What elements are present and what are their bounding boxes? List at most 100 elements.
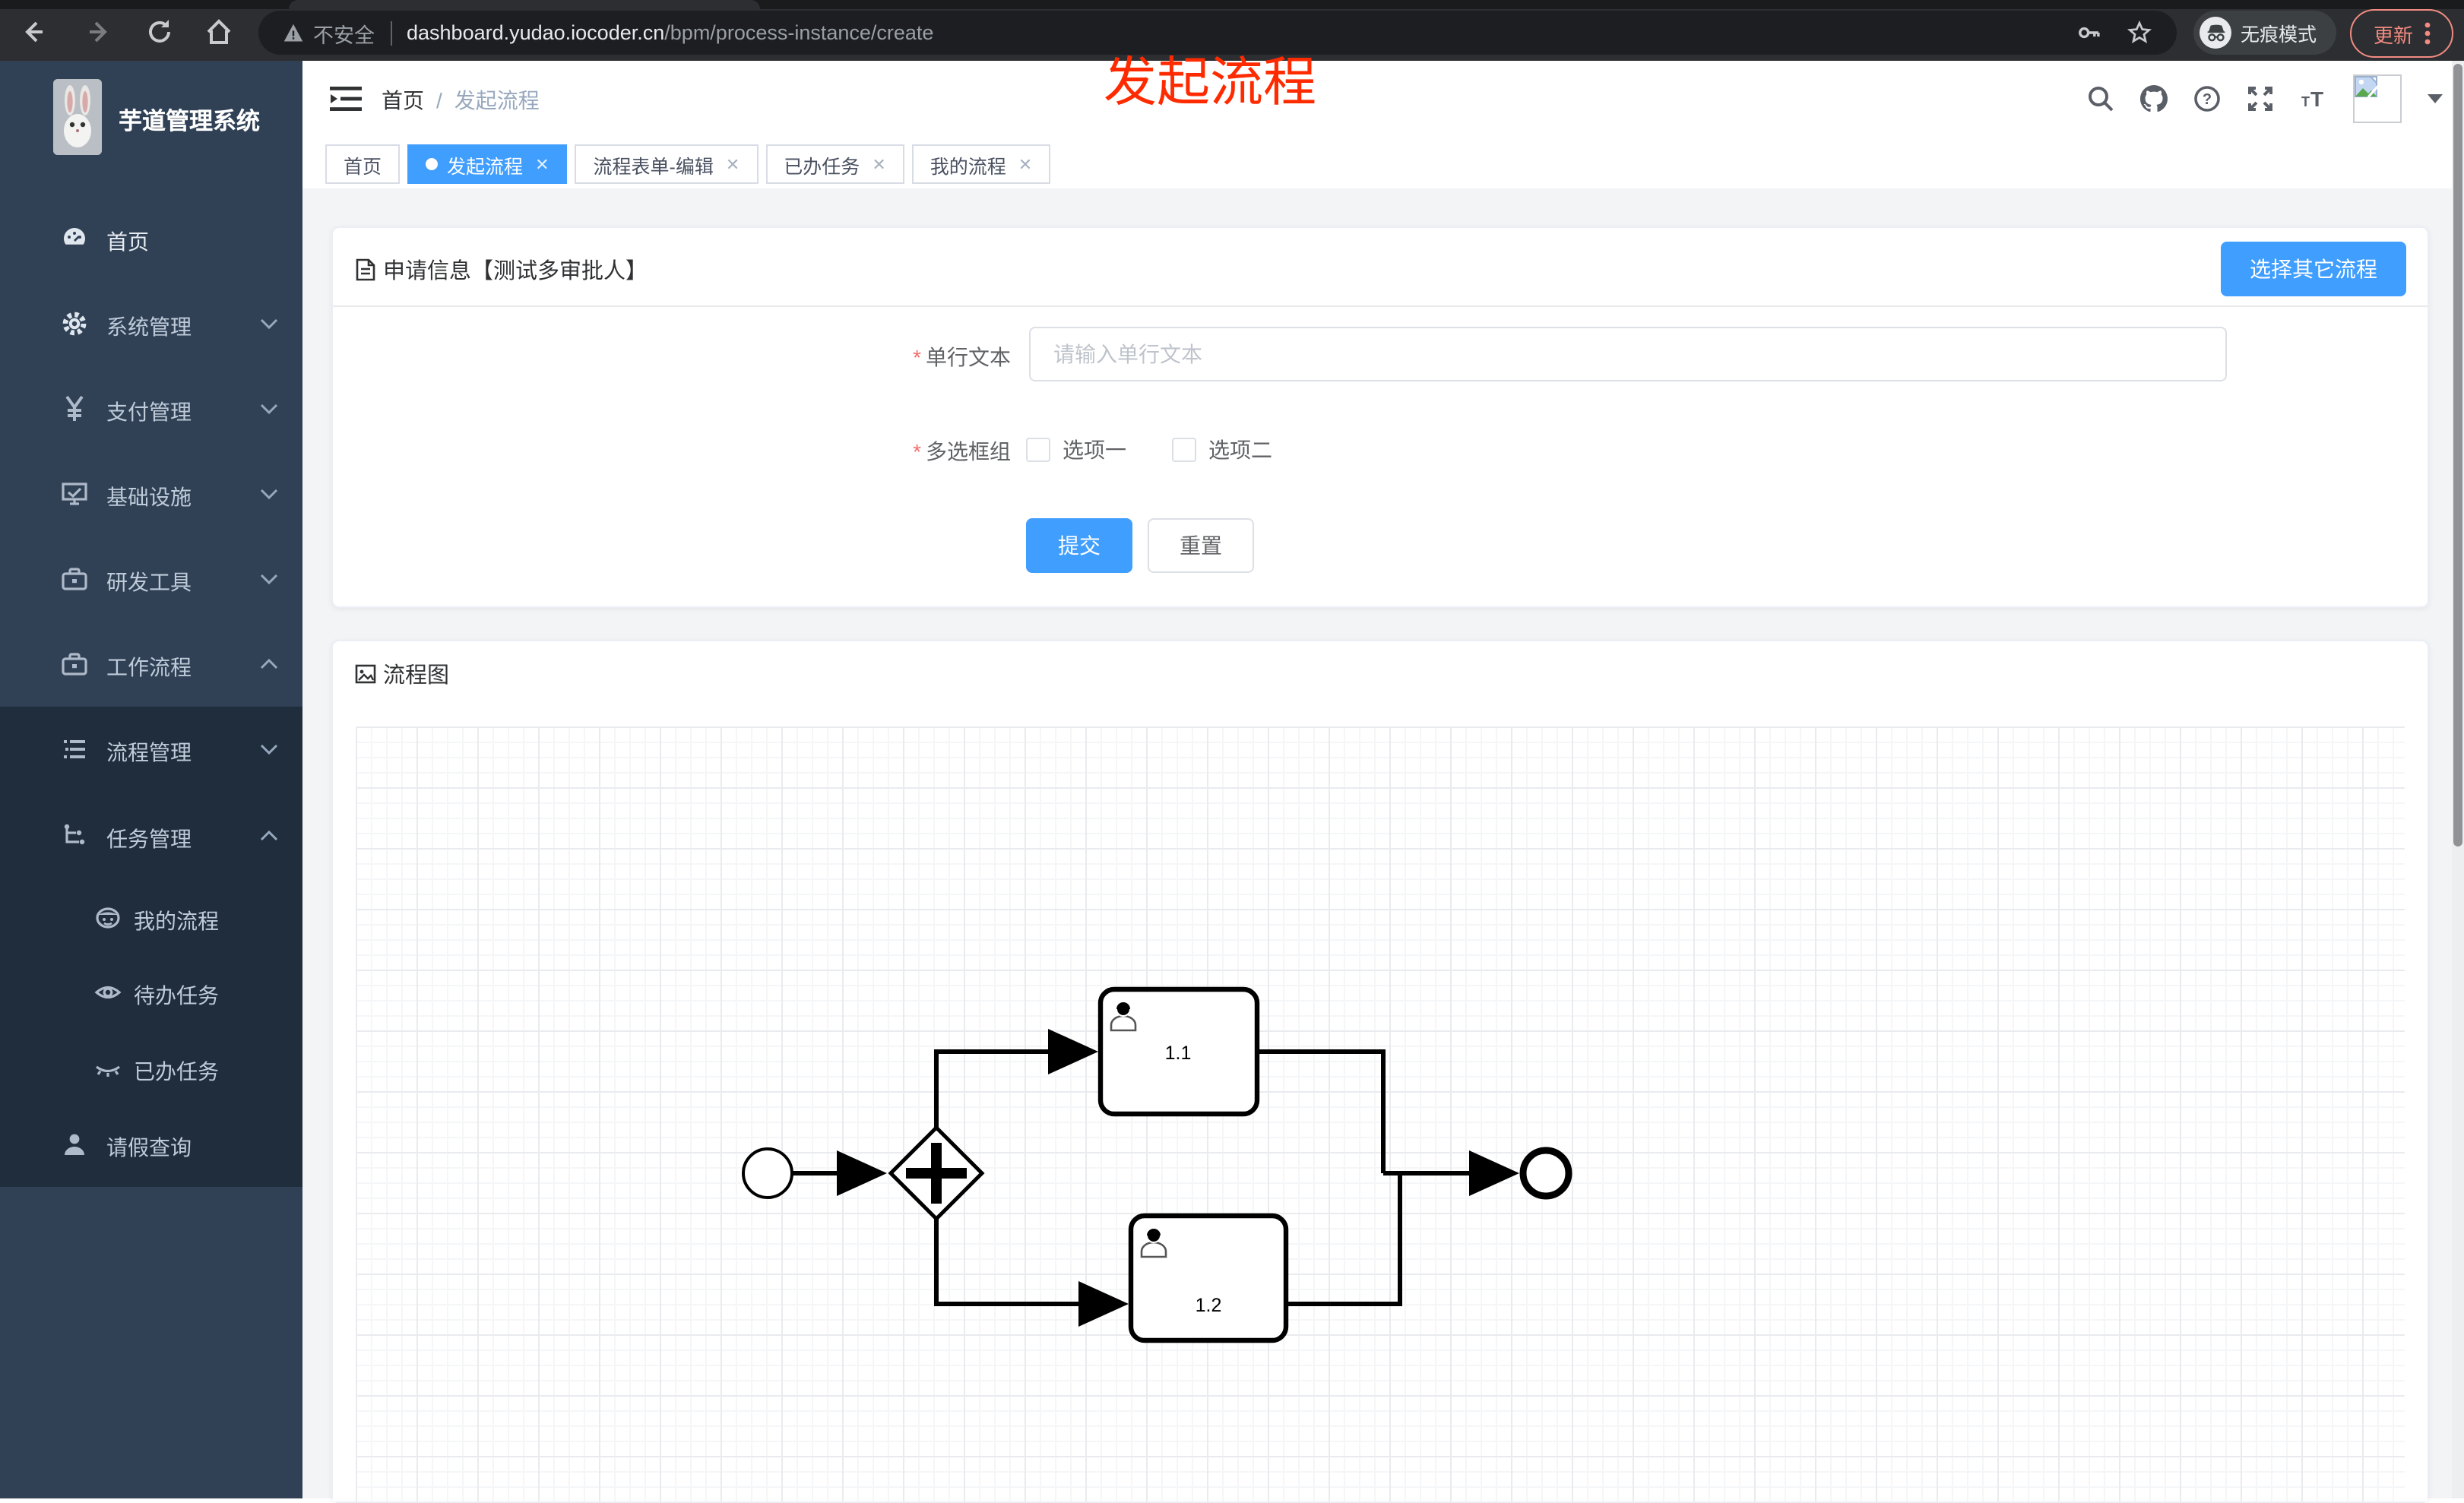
start-event[interactable] — [742, 1147, 793, 1199]
tab-done-tasks[interactable]: 已办任务 ✕ — [765, 144, 904, 184]
sidebar-item-label: 支付管理 — [106, 400, 192, 424]
end-event[interactable] — [1519, 1147, 1572, 1200]
fullscreen-icon[interactable] — [2247, 85, 2274, 112]
home-icon[interactable] — [204, 17, 234, 47]
sidebar-item-leave-query[interactable]: 请假查询 — [0, 1102, 302, 1187]
user-task-1-1[interactable]: 1.1 — [1097, 986, 1260, 1117]
sidebar-item-payment[interactable]: 支付管理 — [0, 366, 302, 451]
chevron-down-icon — [260, 489, 278, 500]
close-icon[interactable]: ✕ — [1018, 154, 1032, 174]
sidebar-item-process-management[interactable]: 流程管理 — [0, 707, 302, 792]
user-icon — [65, 1134, 84, 1155]
sidebar-item-label: 已办任务 — [134, 1059, 219, 1084]
edge-gateway-to-task2 — [934, 1219, 1129, 1327]
checkbox-icon[interactable] — [1172, 438, 1196, 462]
edge-gateway-to-task1 — [934, 1029, 1098, 1128]
checkbox-icon[interactable] — [1026, 438, 1050, 462]
user-task-1-2[interactable]: 1.2 — [1128, 1213, 1289, 1343]
sidebar-item-label: 系统管理 — [106, 315, 192, 339]
sidebar-collapse-icon[interactable] — [330, 84, 362, 114]
font-size-icon[interactable]: TT — [2300, 85, 2327, 112]
logo-row[interactable]: 芋道管理系统 — [0, 79, 302, 179]
sidebar-item-task-management[interactable]: 任务管理 — [0, 793, 302, 878]
sidebar-item-system[interactable]: 系统管理 — [0, 281, 302, 366]
sidebar-item-label: 请假查询 — [106, 1135, 192, 1160]
text-field-label: * 单行文本 — [913, 345, 1011, 369]
browser-active-tab[interactable] — [289, 0, 760, 9]
bpmn-diagram: 1.1 1.2 — [742, 986, 1572, 1343]
sidebar-item-dev-tools[interactable]: 研发工具 — [0, 536, 302, 622]
sidebar-item-infrastructure[interactable]: 基础设施 — [0, 451, 302, 536]
close-icon[interactable]: ✕ — [535, 154, 549, 174]
sidebar-item-todo-tasks[interactable]: 待办任务 — [0, 950, 302, 1035]
edge-task1-to-join — [1257, 1049, 1386, 1173]
sidebar-item-label: 我的流程 — [134, 909, 219, 933]
task-label: 1.1 — [1165, 1043, 1192, 1064]
reset-button[interactable]: 重置 — [1148, 518, 1254, 573]
tab-home[interactable]: 首页 — [325, 144, 401, 184]
tab-label: 我的流程 — [930, 156, 1006, 177]
bookmark-star-icon[interactable] — [2127, 20, 2152, 46]
close-icon[interactable]: ✕ — [726, 154, 740, 174]
monitor-icon — [62, 483, 87, 505]
card-header: 申请信息【测试多审批人】 选择其它流程 — [333, 228, 2428, 307]
tab-start-process[interactable]: 发起流程 ✕ — [407, 144, 568, 184]
incognito-badge: 无痕模式 — [2193, 11, 2336, 55]
app-header: 首页 / 发起流程 ? TT — [302, 61, 2464, 137]
update-button[interactable]: 更新 — [2350, 9, 2453, 58]
forward-icon[interactable] — [84, 17, 114, 47]
choose-other-process-button[interactable]: 选择其它流程 — [2221, 242, 2406, 296]
main-content: 申请信息【测试多审批人】 选择其它流程 *单行文本 *多选框组 选项一 选项二 … — [302, 188, 2464, 1503]
chevron-down-icon — [260, 318, 278, 330]
parallel-gateway[interactable] — [888, 1125, 985, 1222]
sidebar-item-my-process[interactable]: 我的流程 — [0, 875, 302, 960]
back-icon[interactable] — [18, 17, 49, 47]
help-icon[interactable]: ? — [2193, 85, 2221, 112]
close-icon[interactable]: ✕ — [872, 154, 885, 174]
tab-label: 已办任务 — [784, 156, 860, 177]
card-title: 流程图 — [383, 664, 449, 688]
tab-process-form-edit[interactable]: 流程表单-编辑 ✕ — [575, 144, 759, 184]
eye-icon — [94, 986, 122, 999]
card-title-row: 流程图 — [354, 658, 449, 690]
tab-label: 发起流程 — [447, 156, 524, 177]
caret-down-icon[interactable] — [2428, 94, 2443, 103]
tree-icon — [64, 824, 85, 845]
reload-icon[interactable] — [144, 17, 175, 47]
github-icon[interactable] — [2140, 85, 2168, 112]
sidebar-item-home[interactable]: 首页 — [0, 196, 302, 281]
checkbox-label: 选项一 — [1063, 438, 1126, 462]
checkbox-group-label: * 多选框组 — [913, 439, 1011, 464]
security-label[interactable]: 不安全 — [313, 17, 375, 48]
sidebar: 芋道管理系统 首页 系统管理 支付管理 基础设施 研发工具 工作流程 流程管理 … — [0, 61, 302, 1498]
chevron-down-icon — [260, 403, 278, 415]
checkbox-option-2[interactable]: 选项二 — [1172, 435, 1272, 465]
bpmn-canvas[interactable]: 1.1 1.2 — [333, 701, 2428, 1501]
sidebar-item-label: 基础设施 — [106, 485, 192, 509]
single-line-text-input[interactable] — [1029, 327, 2227, 381]
sidebar-item-done-tasks[interactable]: 已办任务 — [0, 1026, 302, 1111]
tab-my-process[interactable]: 我的流程 ✕ — [911, 144, 1051, 184]
scrollbar-thumb[interactable] — [2453, 64, 2462, 846]
submit-button[interactable]: 提交 — [1026, 518, 1132, 573]
key-icon[interactable] — [2076, 20, 2102, 46]
app-title: 芋道管理系统 — [119, 109, 261, 135]
card-title: 申请信息【测试多审批人】 — [383, 260, 648, 284]
breadcrumb-current: 发起流程 — [454, 88, 540, 112]
tabbar: 首页 发起流程 ✕ 流程表单-编辑 ✕ 已办任务 ✕ 我的流程 ✕ — [302, 137, 2464, 190]
checkbox-option-1[interactable]: 选项一 — [1026, 435, 1126, 465]
edge-task2-to-join — [1286, 1173, 1402, 1306]
robot-icon — [96, 907, 120, 929]
breadcrumb-home[interactable]: 首页 — [382, 88, 424, 112]
screen: 不安全 dashboard.yudao.iocoder.cn/bpm/proce… — [0, 0, 2464, 1503]
sidebar-item-label: 任务管理 — [106, 827, 192, 851]
avatar[interactable] — [2353, 74, 2402, 123]
chevron-up-icon — [260, 830, 278, 841]
search-icon[interactable] — [2087, 85, 2114, 112]
sidebar-item-workflow[interactable]: 工作流程 — [0, 622, 302, 707]
sidebar-item-label: 待办任务 — [134, 983, 219, 1008]
chevron-down-icon — [260, 574, 278, 585]
eye-closed-icon — [96, 1065, 120, 1077]
page-scrollbar[interactable] — [2452, 61, 2464, 1498]
chrome-menu-icon[interactable] — [2424, 21, 2430, 46]
